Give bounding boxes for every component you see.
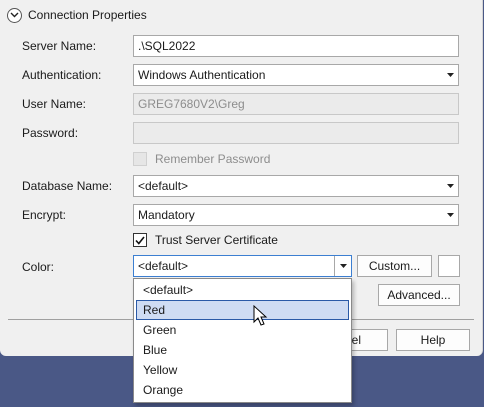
section-header[interactable]: Connection Properties bbox=[7, 5, 147, 25]
authentication-select[interactable]: Windows Authentication bbox=[133, 64, 459, 86]
user-name-label: User Name: bbox=[22, 97, 87, 111]
color-select[interactable]: <default> bbox=[133, 255, 352, 277]
chevron-down-icon[interactable] bbox=[7, 7, 22, 23]
server-name-input[interactable]: .\SQL2022 bbox=[133, 35, 459, 57]
help-button[interactable]: Help bbox=[396, 329, 470, 351]
remember-password-row: Remember Password bbox=[133, 150, 270, 168]
color-option-green[interactable]: Green bbox=[136, 320, 349, 340]
server-name-label: Server Name: bbox=[22, 39, 97, 53]
encrypt-label: Encrypt: bbox=[22, 208, 67, 222]
color-label: Color: bbox=[22, 260, 55, 274]
remember-password-checkbox bbox=[133, 152, 147, 166]
dropdown-arrow-icon[interactable] bbox=[442, 65, 458, 85]
password-label: Password: bbox=[22, 126, 79, 140]
section-title: Connection Properties bbox=[28, 8, 147, 22]
checkmark-icon bbox=[135, 236, 145, 245]
password-input bbox=[133, 122, 459, 144]
trust-cert-label: Trust Server Certificate bbox=[155, 233, 278, 247]
color-swatch[interactable] bbox=[438, 255, 460, 277]
advanced-button[interactable]: Advanced... bbox=[378, 284, 460, 306]
color-value: <default> bbox=[138, 259, 189, 273]
user-name-input: GREG7680V2\Greg bbox=[133, 93, 459, 115]
authentication-label: Authentication: bbox=[22, 68, 102, 82]
encrypt-select[interactable]: Mandatory bbox=[133, 204, 459, 226]
color-option-blue[interactable]: Blue bbox=[136, 340, 349, 360]
color-option-yellow[interactable]: Yellow bbox=[136, 360, 349, 380]
trust-cert-row[interactable]: Trust Server Certificate bbox=[133, 231, 278, 249]
encrypt-value: Mandatory bbox=[138, 208, 195, 222]
color-option-red[interactable]: Red bbox=[136, 300, 349, 320]
trust-cert-checkbox[interactable] bbox=[133, 233, 147, 247]
remember-password-label: Remember Password bbox=[155, 152, 271, 166]
dropdown-arrow-icon[interactable] bbox=[334, 256, 351, 276]
database-name-label: Database Name: bbox=[22, 179, 113, 193]
database-name-value: <default> bbox=[138, 179, 189, 193]
dropdown-arrow-icon[interactable] bbox=[442, 205, 458, 225]
color-dropdown-list: <default> Red Green Blue Yellow Orange bbox=[133, 278, 352, 403]
mouse-cursor-icon bbox=[253, 305, 268, 326]
database-name-select[interactable]: <default> bbox=[133, 175, 459, 197]
custom-color-button[interactable]: Custom... bbox=[357, 255, 432, 277]
color-option-orange[interactable]: Orange bbox=[136, 380, 349, 400]
color-option-default[interactable]: <default> bbox=[136, 280, 349, 300]
dropdown-arrow-icon[interactable] bbox=[442, 176, 458, 196]
authentication-value: Windows Authentication bbox=[138, 68, 266, 82]
